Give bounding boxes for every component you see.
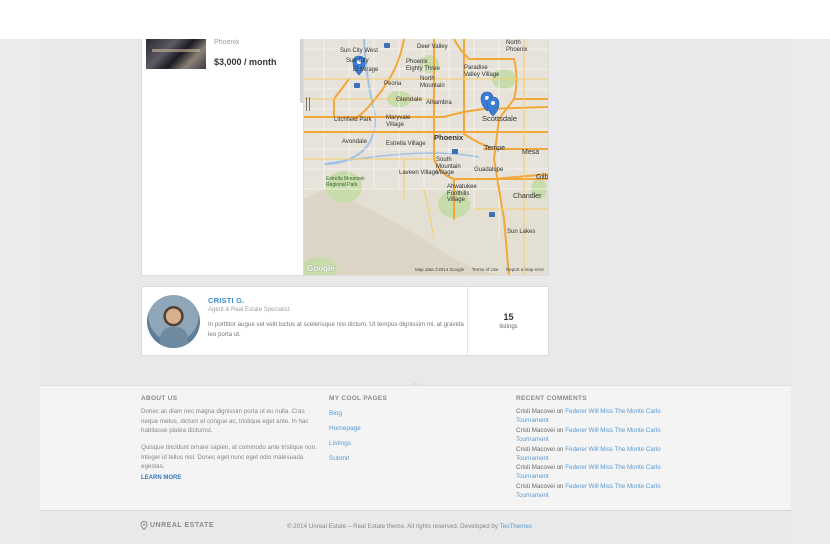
comment-on: on	[556, 483, 564, 490]
agent-role: Agent & Real Estate Specialist	[208, 307, 290, 313]
map-label: Sun Lakes	[507, 229, 536, 235]
map-label: Litchfield Park	[334, 117, 372, 123]
footer-notch	[411, 381, 419, 385]
map-label: Gilb	[536, 174, 549, 181]
map-label: Deer Valley	[417, 44, 448, 50]
agent-name[interactable]: CRISTI G.	[208, 296, 244, 305]
map-label: Phoenix	[434, 133, 464, 142]
top-area	[0, 0, 830, 39]
about-text: Quisque tincidunt ornare sapien, at comm…	[141, 444, 317, 470]
agent-avatar[interactable]	[147, 295, 200, 348]
page-link-listings[interactable]: Listings	[329, 440, 351, 447]
learn-more-link[interactable]: LEARN MORE	[141, 475, 181, 481]
listing-panel	[141, 39, 304, 276]
map-label: El Mirage	[353, 67, 379, 73]
comments-title: RECENT COMMENTS	[516, 395, 587, 402]
comment-on: on	[556, 427, 564, 434]
map-label: Chandler	[513, 193, 542, 200]
comment-author: Cristi Macovei	[516, 427, 555, 434]
comment-on: on	[556, 464, 564, 471]
map-label: Estrella Village	[386, 141, 426, 147]
map-label: Maryvale Village	[386, 115, 411, 128]
listing-thumbnail[interactable]	[146, 39, 206, 69]
map-label: Guadalupe	[474, 167, 504, 173]
google-logo[interactable]: Google	[307, 264, 335, 273]
comment-item: Cristi Macovei on Federer Will Miss The …	[516, 445, 686, 464]
map-label: Peoria	[384, 81, 402, 87]
map-label: South Mountain Village	[436, 157, 461, 177]
map-roads	[304, 39, 548, 275]
page-link-blog[interactable]: Blog	[329, 410, 342, 417]
map-label: Mesa	[522, 149, 540, 156]
map-report-link[interactable]: Report a map error	[506, 267, 544, 272]
comment-item: Cristi Macovei on Federer Will Miss The …	[516, 407, 686, 426]
comment-item: Cristi Macovei on Federer Will Miss The …	[516, 426, 686, 445]
page-link-homepage[interactable]: Homepage	[329, 425, 361, 432]
agent-card: CRISTI G. Agent & Real Estate Specialist…	[141, 286, 549, 356]
map-label: Glendale	[396, 96, 423, 103]
copyright: © 2014 Unreal Estate – Real Estate theme…	[287, 523, 532, 530]
map-label: Ahwatukee Foothills Village	[447, 184, 477, 204]
comment-author: Cristi Macovei	[516, 483, 555, 490]
agent-listings-label: listings	[499, 324, 518, 330]
comment-author: Cristi Macovei	[516, 408, 555, 415]
map-label: Sun City West	[340, 48, 378, 54]
listing-location: Phoenix	[214, 39, 240, 46]
map-label: North Mountain	[420, 76, 445, 89]
map-label: Scottsdale	[482, 114, 518, 123]
map-label: Sun City	[346, 58, 369, 64]
page-link-submit[interactable]: Submit	[329, 455, 349, 462]
brand-name[interactable]: UNREAL ESTATE	[150, 522, 214, 529]
comment-author: Cristi Macovei	[516, 464, 555, 471]
comment-item: Cristi Macovei on Federer Will Miss The …	[516, 463, 686, 482]
comment-author: Cristi Macovei	[516, 446, 555, 453]
map-pan-control[interactable]	[306, 97, 310, 111]
map-label: Laveen Village	[399, 170, 439, 176]
listings-map[interactable]: Sun City West Sun City Deer Valley North…	[304, 39, 549, 276]
about-text: Donec ac diam nec magna dignissim porta …	[141, 408, 309, 434]
listing-price: $3,000 / month	[214, 57, 277, 67]
map-label: Alhambra	[426, 100, 452, 106]
map-label: Estrella Mountain Regional Park	[326, 176, 365, 188]
map-label: North Phoenix	[506, 40, 528, 53]
map-label: Paradise Valley Village	[464, 65, 500, 78]
developer-link[interactable]: TeoThemes	[500, 523, 532, 530]
comment-on: on	[556, 408, 564, 415]
about-title: ABOUT US	[141, 395, 178, 402]
comment-item: Cristi Macovei on Federer Will Miss The …	[516, 482, 686, 501]
comment-on: on	[556, 446, 564, 453]
agent-bio: In porttitor augue vel velit luctus at s…	[208, 321, 464, 338]
map-label: Phoenix Eighty Three	[406, 59, 440, 72]
copyright-text: © 2014 Unreal Estate – Real Estate theme…	[287, 523, 498, 530]
map-terms-link[interactable]: Terms of Use	[472, 267, 499, 272]
listing-scrollbar[interactable]	[300, 39, 303, 103]
map-data-credit: Map data ©2014 Google	[415, 267, 465, 272]
map-label: Avondale	[342, 139, 367, 145]
agent-listings-count: 15	[503, 312, 514, 322]
location-pin-icon	[140, 521, 148, 530]
pages-title: MY COOL PAGES	[329, 395, 388, 402]
map-label: Tempe	[484, 145, 506, 152]
